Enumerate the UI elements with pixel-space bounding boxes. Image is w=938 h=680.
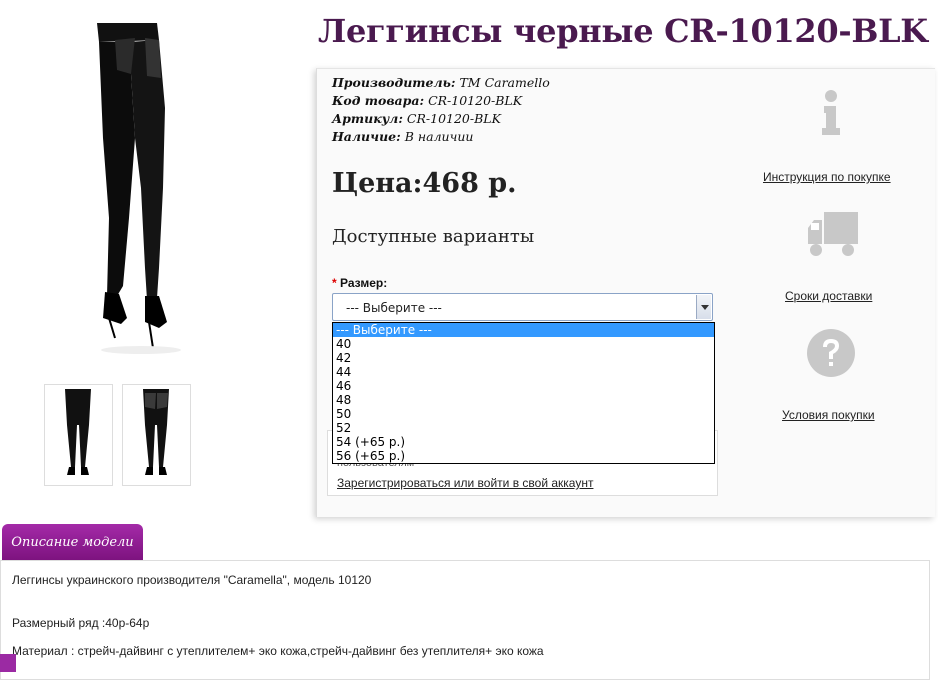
product-thumbnail-front[interactable]	[44, 384, 113, 486]
corner-widget[interactable]	[0, 654, 16, 672]
size-select-value: --- Выберите ---	[346, 301, 442, 315]
code-row: Код товара: CR-10120-BLK	[332, 93, 522, 108]
size-option[interactable]: 48	[333, 393, 714, 407]
size-label: * Размер:	[332, 276, 387, 290]
article-row: Артикул: CR-10120-BLK	[332, 111, 501, 126]
size-options-list[interactable]: --- Выберите --- 40 42 44 46 48 50 52 54…	[332, 322, 715, 464]
size-option[interactable]: 50	[333, 407, 714, 421]
size-option[interactable]: 44	[333, 365, 714, 379]
manufacturer-label: Производитель:	[332, 75, 456, 90]
question-icon	[806, 328, 856, 378]
variants-heading: Доступные варианты	[332, 226, 535, 247]
product-price: Цена:468 р.	[332, 168, 517, 199]
size-option[interactable]: 42	[333, 351, 714, 365]
size-option[interactable]: 52	[333, 421, 714, 435]
description-line-3: Материал : стрейч-дайвинг с утеплителем+…	[12, 644, 544, 658]
size-select[interactable]: --- Выберите ---	[332, 293, 713, 321]
product-thumbnail-back[interactable]	[122, 384, 191, 486]
stock-label: Наличие:	[332, 129, 401, 144]
tab-description[interactable]: Описание модели	[2, 524, 143, 560]
size-option[interactable]: --- Выберите ---	[333, 323, 714, 337]
product-title: Леггинсы черные CR-10120-BLK	[318, 12, 928, 50]
delivery-link[interactable]: Сроки доставки	[785, 289, 872, 303]
code-value: CR-10120-BLK	[428, 93, 523, 108]
manufacturer-value: ТМ Caramello	[459, 75, 550, 90]
stock-value: В наличии	[404, 129, 474, 144]
size-option[interactable]: 40	[333, 337, 714, 351]
size-option[interactable]: 54 (+65 р.)	[333, 435, 714, 449]
manufacturer-row: Производитель: ТМ Caramello	[332, 75, 550, 90]
truck-icon	[806, 210, 858, 260]
chevron-down-icon[interactable]	[696, 295, 711, 319]
description-line-2: Размерный ряд :40р-64р	[12, 616, 150, 630]
required-mark: *	[332, 276, 337, 290]
register-login-link[interactable]: Зарегистрироваться или войти в свой акка…	[337, 476, 593, 490]
instruction-link[interactable]: Инструкция по покупке	[763, 170, 891, 184]
size-option[interactable]: 56 (+65 р.)	[333, 449, 714, 463]
article-label: Артикул:	[332, 111, 403, 126]
info-icon	[806, 88, 856, 138]
stock-row: Наличие: В наличии	[332, 129, 473, 144]
article-value: CR-10120-BLK	[406, 111, 501, 126]
size-option[interactable]: 46	[333, 379, 714, 393]
product-main-image[interactable]	[55, 18, 247, 358]
size-label-text: Размер:	[340, 276, 388, 290]
description-line-1: Леггинсы украинского производителя "Cara…	[12, 573, 372, 587]
conditions-link[interactable]: Условия покупки	[782, 408, 875, 422]
code-label: Код товара:	[332, 93, 425, 108]
